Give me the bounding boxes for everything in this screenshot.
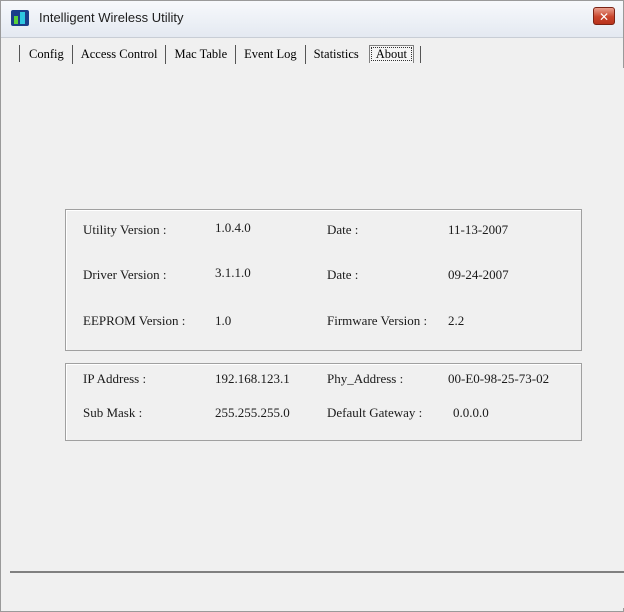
firmware-version-label: Firmware Version : xyxy=(327,313,428,328)
utility-date-value: 11-13-2007 xyxy=(448,222,509,237)
tab-mac-table[interactable]: Mac Table xyxy=(166,44,237,64)
default-gateway-value: 0.0.0.0 xyxy=(453,405,489,420)
phy-address-value: 00-E0-98-25-73-02 xyxy=(448,371,550,386)
ip-address-label: IP Address : xyxy=(83,371,147,386)
utility-date-label: Date : xyxy=(327,222,359,237)
wireless-app-icon xyxy=(11,10,29,26)
driver-version-label: Driver Version : xyxy=(83,267,167,282)
firmware-version-value: 2.2 xyxy=(448,313,465,328)
title-bar[interactable]: Intelligent Wireless Utility ✕ xyxy=(1,1,623,38)
close-button[interactable]: ✕ xyxy=(593,7,615,25)
utility-window: Intelligent Wireless Utility ✕ Config Ac… xyxy=(0,0,624,612)
tab-statistics[interactable]: Statistics xyxy=(306,45,367,64)
tab-strip: Config Access Control Mac Table Event Lo… xyxy=(19,43,421,65)
eeprom-version-label: EEPROM Version : xyxy=(83,313,186,328)
driver-date-value: 09-24-2007 xyxy=(448,267,509,282)
driver-version-value: 3.1.1.0 xyxy=(215,265,251,280)
utility-version-label: Utility Version : xyxy=(83,222,167,237)
phy-address-label: Phy_Address : xyxy=(327,371,404,386)
tab-divider xyxy=(19,45,20,62)
eeprom-version-value: 1.0 xyxy=(215,313,232,328)
driver-date-label: Date : xyxy=(327,267,359,282)
tab-about[interactable]: About xyxy=(368,45,414,63)
tab-event-log[interactable]: Event Log xyxy=(236,44,306,64)
default-gateway-label: Default Gateway : xyxy=(327,405,423,420)
tab-divider xyxy=(420,45,421,63)
window-title: Intelligent Wireless Utility xyxy=(39,10,184,25)
ip-address-value: 192.168.123.1 xyxy=(215,371,290,386)
tab-access-control[interactable]: Access Control xyxy=(73,44,167,64)
panel-separator xyxy=(10,571,624,573)
sub-mask-value: 255.255.255.0 xyxy=(215,405,290,420)
utility-version-value: 1.0.4.0 xyxy=(215,220,251,235)
tab-config[interactable]: Config xyxy=(21,44,73,64)
sub-mask-label: Sub Mask : xyxy=(83,405,143,420)
close-icon: ✕ xyxy=(598,10,610,24)
